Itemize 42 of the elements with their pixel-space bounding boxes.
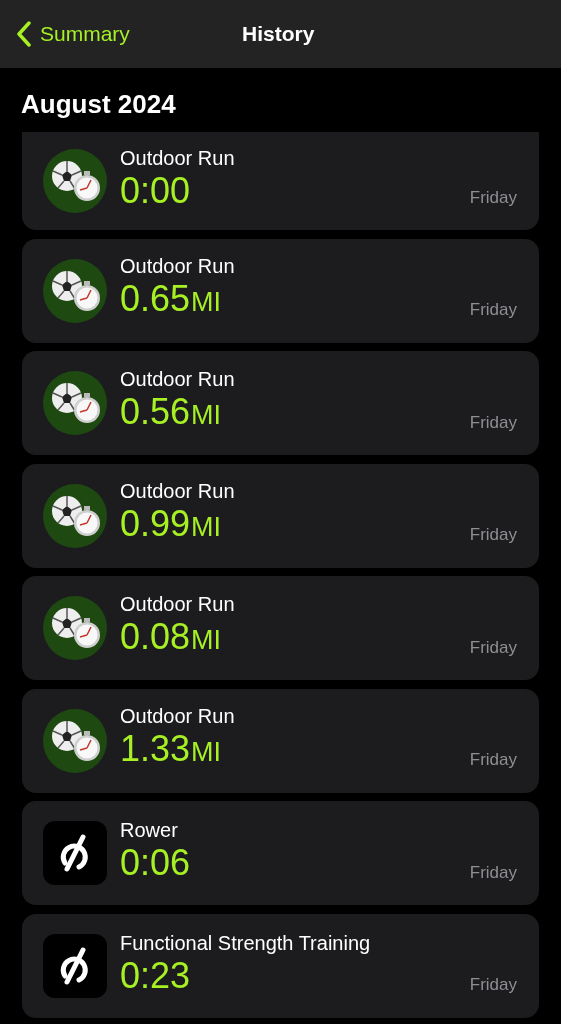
workout-day: Friday	[469, 747, 517, 773]
page-title: History	[242, 21, 315, 48]
workout-day: Friday	[469, 859, 517, 885]
workout-value: 0:23	[120, 954, 192, 997]
chevron-left-icon	[16, 21, 32, 47]
workout-value: 0:00	[120, 170, 192, 212]
soccer-ball-stopwatch-icon	[43, 149, 107, 213]
workout-name: Outdoor Run	[120, 254, 235, 278]
workout-name: Outdoor Run	[120, 366, 235, 391]
workout-name: Rower	[120, 818, 179, 842]
soccer-ball-stopwatch-icon	[43, 371, 107, 435]
workout-name: Outdoor Run	[120, 146, 235, 170]
soccer-ball-stopwatch-icon	[43, 708, 107, 773]
soccer-ball-stopwatch-icon	[43, 258, 107, 323]
workout-card[interactable]: Functional Strength Training 0:23 Friday	[22, 913, 539, 1018]
workout-day: Friday	[469, 634, 517, 660]
workout-name: Outdoor Run	[120, 591, 235, 616]
workout-day: Friday	[469, 522, 517, 548]
workout-card[interactable]: Outdoor Run 0.08MI Friday	[22, 576, 539, 680]
workout-card[interactable]: Rower 0:06 Friday	[22, 801, 539, 905]
workout-name: Outdoor Run	[120, 704, 235, 728]
workout-day: Friday	[469, 184, 517, 210]
workout-day: Friday	[469, 409, 517, 435]
workout-card[interactable]: Outdoor Run 0.99MI Friday	[22, 463, 539, 568]
workout-card[interactable]: Outdoor Run 0.56MI Friday	[22, 351, 539, 455]
workout-name: Functional Strength Training	[120, 930, 371, 955]
workout-card[interactable]: Outdoor Run 0:00 Friday	[22, 132, 539, 230]
workout-value: 0.99MI	[120, 503, 223, 546]
workout-value: 1.33MI	[120, 728, 223, 771]
workout-name: Outdoor Run	[120, 479, 235, 503]
workout-value: 0.08MI	[120, 615, 223, 659]
workout-value: 0.65MI	[120, 278, 223, 321]
workout-value: 0.56MI	[120, 390, 223, 434]
workout-card[interactable]: Outdoor Run 0.65MI Friday	[22, 238, 539, 343]
workout-day: Friday	[469, 297, 517, 323]
back-button[interactable]: Summary	[0, 18, 130, 50]
soccer-ball-stopwatch-icon	[43, 596, 107, 660]
workout-card[interactable]: Outdoor Run 1.33MI Friday	[22, 688, 539, 793]
soccer-ball-stopwatch-icon	[43, 483, 107, 548]
section-heading: August 2024	[20, 88, 177, 121]
workout-value: 0:06	[120, 842, 191, 884]
workout-day: Friday	[469, 972, 517, 998]
